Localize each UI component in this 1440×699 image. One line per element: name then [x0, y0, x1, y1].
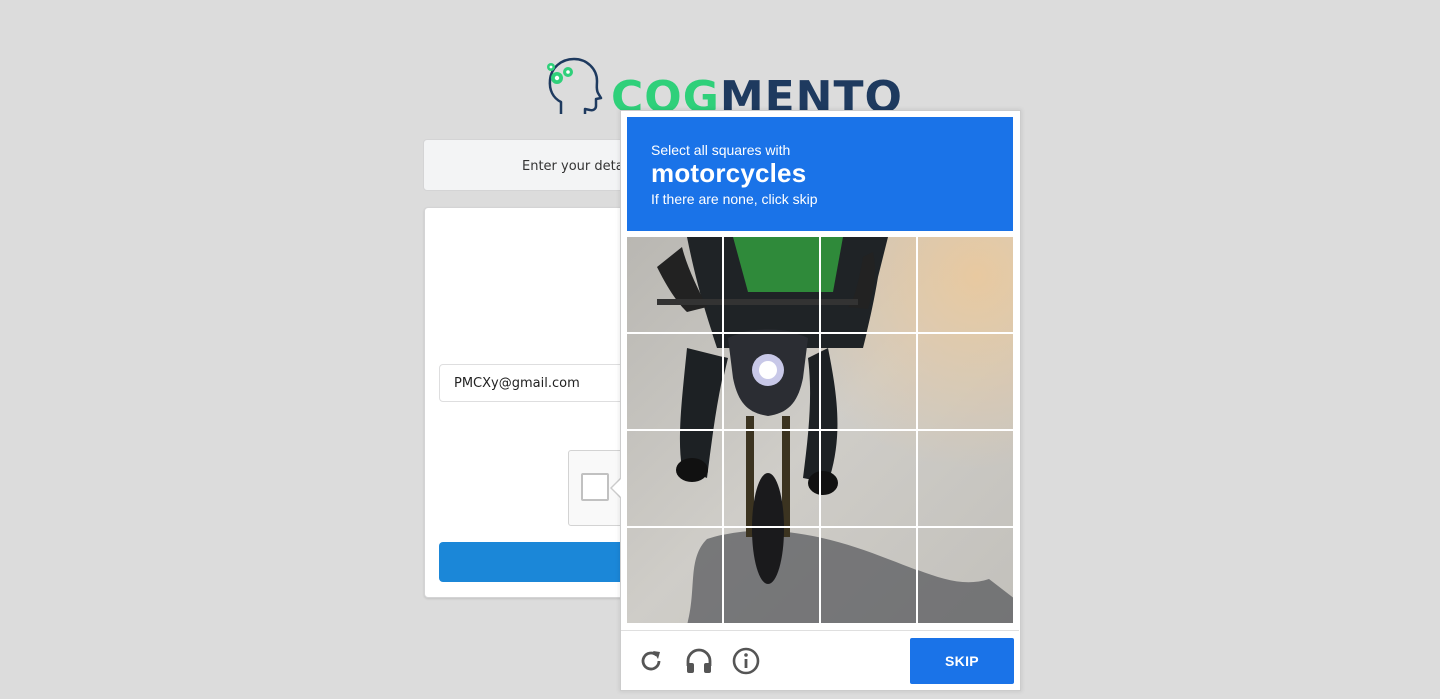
- captcha-tile-image: [821, 528, 916, 623]
- captcha-tile[interactable]: [821, 431, 916, 526]
- info-icon[interactable]: [731, 646, 761, 676]
- captcha-tile-image: [821, 237, 916, 332]
- challenge-target: motorcycles: [651, 158, 807, 188]
- challenge-pointer-inner: [612, 478, 622, 498]
- captcha-tile[interactable]: [918, 431, 1013, 526]
- captcha-tile-image: [724, 431, 819, 526]
- captcha-tile-image: [918, 334, 1013, 429]
- cogmento-logo: COGMENTO: [541, 56, 902, 123]
- captcha-tile-image: [627, 237, 722, 332]
- captcha-tile[interactable]: [821, 528, 916, 623]
- captcha-tile[interactable]: [821, 334, 916, 429]
- challenge-header: Select all squares with motorcycles If t…: [627, 117, 1013, 231]
- captcha-tile[interactable]: [918, 334, 1013, 429]
- challenge-image-grid: [627, 237, 1013, 623]
- challenge-instruction: Select all squares with: [651, 142, 791, 158]
- reload-icon[interactable]: [636, 646, 666, 676]
- captcha-tile-image: [918, 237, 1013, 332]
- captcha-tile[interactable]: [724, 431, 819, 526]
- captcha-tile-image: [918, 431, 1013, 526]
- recaptcha-checkbox[interactable]: [581, 473, 609, 501]
- captcha-tile-image: [724, 237, 819, 332]
- captcha-tile-image: [918, 528, 1013, 623]
- captcha-tile[interactable]: [724, 334, 819, 429]
- captcha-tile[interactable]: [724, 237, 819, 332]
- captcha-tile[interactable]: [627, 431, 722, 526]
- captcha-tile-image: [821, 431, 916, 526]
- captcha-tile[interactable]: [627, 334, 722, 429]
- captcha-tile-image: [627, 334, 722, 429]
- challenge-hint: If there are none, click skip: [651, 191, 818, 207]
- skip-button[interactable]: SKIP: [910, 638, 1014, 684]
- captcha-tile[interactable]: [627, 528, 722, 623]
- captcha-tile[interactable]: [627, 237, 722, 332]
- captcha-tile-image: [821, 334, 916, 429]
- head-with-gears-icon: [547, 57, 603, 114]
- captcha-tile[interactable]: [918, 528, 1013, 623]
- audio-headphones-icon[interactable]: [684, 646, 714, 676]
- captcha-tile-image: [627, 528, 722, 623]
- captcha-tile[interactable]: [821, 237, 916, 332]
- captcha-tile-image: [627, 431, 722, 526]
- captcha-tile-image: [724, 528, 819, 623]
- captcha-tile[interactable]: [918, 237, 1013, 332]
- captcha-tile[interactable]: [724, 528, 819, 623]
- captcha-tile-image: [724, 334, 819, 429]
